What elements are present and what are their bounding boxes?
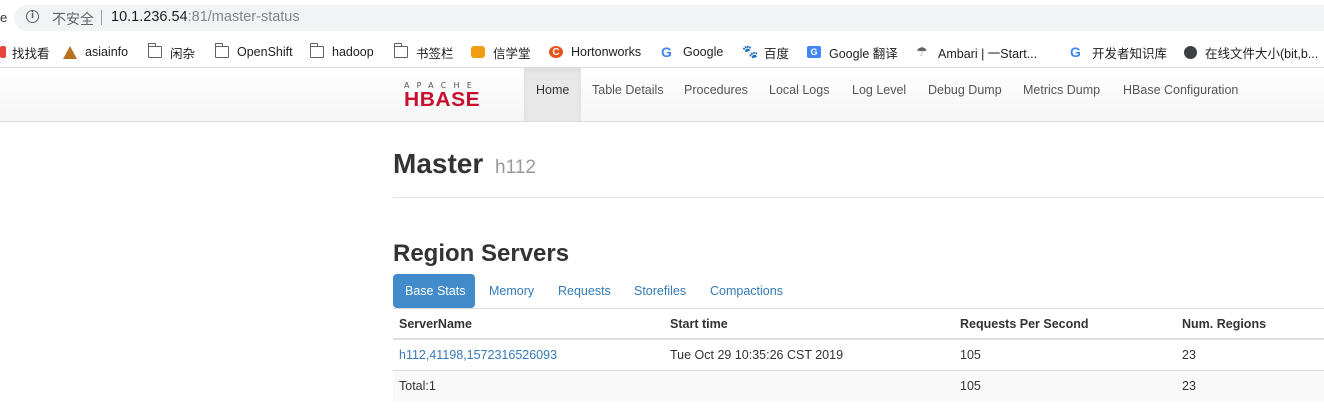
tab-requests[interactable]: Requests: [546, 274, 623, 308]
bookmark-developer-kb[interactable]: G 开发者知识库: [1070, 43, 1167, 61]
table-row: h112,41198,1572316526093 Tue Oct 29 10:3…: [393, 338, 1324, 370]
column-header-requests-per-second: Requests Per Second: [954, 309, 1176, 340]
tab-base-stats[interactable]: Base Stats: [393, 274, 475, 308]
requests-per-second-cell: 105: [954, 338, 1176, 370]
folder-icon: [309, 43, 324, 58]
column-header-start-time: Start time: [664, 309, 954, 340]
url-path: :81/master-status: [187, 9, 300, 25]
master-hostname: h112: [495, 157, 536, 178]
bookmark-label: 闲杂: [170, 46, 196, 61]
tab-compactions[interactable]: Compactions: [698, 274, 795, 308]
nav-debug-dump[interactable]: Debug Dump: [916, 68, 1014, 121]
bookmark-label: hadoop: [332, 45, 374, 59]
bookmarks-bar: 找找看 asiainfo 闲杂 OpenShift hadoop 书签栏 信学堂…: [0, 36, 1324, 68]
bookmark-label: Google: [683, 45, 724, 59]
nav-log-level[interactable]: Log Level: [840, 68, 918, 121]
nav-table-details[interactable]: Table Details: [580, 68, 676, 121]
browser-address-bar: e i 不安全 10.1.236.54:81/master-status: [0, 0, 1324, 36]
cloud-icon: [471, 46, 485, 58]
nav-metrics-dump[interactable]: Metrics Dump: [1011, 68, 1112, 121]
hbase-logo[interactable]: APACHE HBASE: [404, 81, 512, 111]
bookmark-ambari[interactable]: ☂ Ambari | 一Start...: [916, 43, 1037, 61]
omnibox-divider: [101, 10, 102, 25]
folder-icon: [214, 43, 229, 58]
url-text[interactable]: 10.1.236.54:81/master-status: [111, 9, 300, 25]
bookmark-folder-hadoop[interactable]: hadoop: [309, 43, 374, 61]
column-header-servername: ServerName: [393, 309, 664, 340]
nav-procedures[interactable]: Procedures: [672, 68, 760, 121]
bookmark-google-translate[interactable]: G Google 翻译: [807, 43, 898, 61]
url-host: 10.1.236.54: [111, 9, 188, 25]
bookmark-xinxuetang[interactable]: 信学堂: [471, 43, 531, 61]
total-start-time-cell: [664, 369, 954, 401]
info-icon[interactable]: i: [26, 10, 39, 23]
bookmark-hortonworks[interactable]: C Hortonworks: [549, 43, 641, 61]
ambari-icon: ☂: [916, 44, 928, 59]
bookmark-google[interactable]: G Google: [661, 43, 723, 61]
bookmark-label: 找找看: [12, 46, 50, 61]
nav-local-logs[interactable]: Local Logs: [757, 68, 841, 121]
nav-hbase-configuration[interactable]: HBase Configuration: [1111, 68, 1250, 121]
globe-icon: [1184, 45, 1197, 59]
bookmark-label: 开发者知识库: [1092, 46, 1168, 61]
bookmark-baidu[interactable]: 🐾 百度: [742, 43, 789, 61]
bookmark-label: Google 翻译: [829, 46, 898, 61]
column-header-num-regions: Num. Regions: [1176, 309, 1324, 340]
bookmark-label: OpenShift: [237, 45, 293, 59]
bookmark-folder-openshift[interactable]: OpenShift: [214, 43, 293, 61]
red-mark-icon: [0, 46, 6, 58]
header-divider: [393, 197, 1324, 198]
bookmark-folder-xianza[interactable]: 闲杂: [147, 43, 196, 61]
region-servers-tabs: Base Stats Memory Requests Storefiles Co…: [393, 274, 1324, 309]
nav-home[interactable]: Home: [524, 68, 582, 121]
region-servers-heading: Region Servers: [393, 240, 570, 267]
folder-icon: [393, 43, 408, 58]
page-title-text: Master: [393, 148, 484, 179]
total-num-regions-cell: 23: [1176, 369, 1324, 401]
page-title: Master h112: [393, 148, 536, 180]
baidu-paw-icon: 🐾: [742, 44, 759, 59]
total-requests-per-second-cell: 105: [954, 369, 1176, 401]
bookmark-asiainfo[interactable]: asiainfo: [63, 43, 128, 61]
bookmark-folder-shuqianlan[interactable]: 书签栏: [393, 43, 454, 61]
hortonworks-icon: C: [549, 46, 563, 58]
num-regions-cell: 23: [1176, 338, 1324, 370]
window-edge-fragment: e: [0, 10, 8, 25]
bookmark-label: Ambari | 一Start...: [938, 46, 1038, 61]
insecure-label[interactable]: 不安全: [52, 9, 94, 29]
hbase-navbar: APACHE HBASE Home Table Details Procedur…: [0, 68, 1324, 122]
servername-cell: h112,41198,1572316526093: [393, 338, 664, 370]
logo-hbase-text: HBASE: [404, 89, 481, 111]
server-link[interactable]: h112,41198,1572316526093: [399, 348, 557, 362]
bookmark-label: 书签栏: [416, 46, 454, 61]
bookmark-label: 百度: [764, 46, 790, 61]
table-header-row: ServerName Start time Requests Per Secon…: [393, 309, 1324, 340]
bookmark-zhaozhaokan[interactable]: 找找看: [0, 43, 50, 61]
total-label-cell: Total:1: [393, 369, 664, 401]
folder-icon: [147, 43, 162, 58]
google-icon: G: [1070, 44, 1081, 60]
tab-storefiles[interactable]: Storefiles: [622, 274, 698, 308]
bookmark-label: Hortonworks: [571, 45, 642, 59]
tab-memory[interactable]: Memory: [477, 274, 546, 308]
google-icon: G: [661, 44, 672, 60]
google-translate-icon: G: [807, 46, 821, 58]
bookmark-label: 在线文件大小(bit,b...: [1205, 46, 1319, 61]
bookmark-label: 信学堂: [493, 46, 531, 61]
start-time-cell: Tue Oct 29 10:35:26 CST 2019: [664, 338, 954, 370]
bookmark-file-size[interactable]: 在线文件大小(bit,b...: [1184, 43, 1318, 61]
region-servers-table: ServerName Start time Requests Per Secon…: [393, 309, 1324, 401]
table-total-row: Total:1 105 23: [393, 369, 1324, 401]
asiainfo-logo-icon: [63, 45, 77, 59]
bookmark-label: asiainfo: [85, 45, 129, 59]
